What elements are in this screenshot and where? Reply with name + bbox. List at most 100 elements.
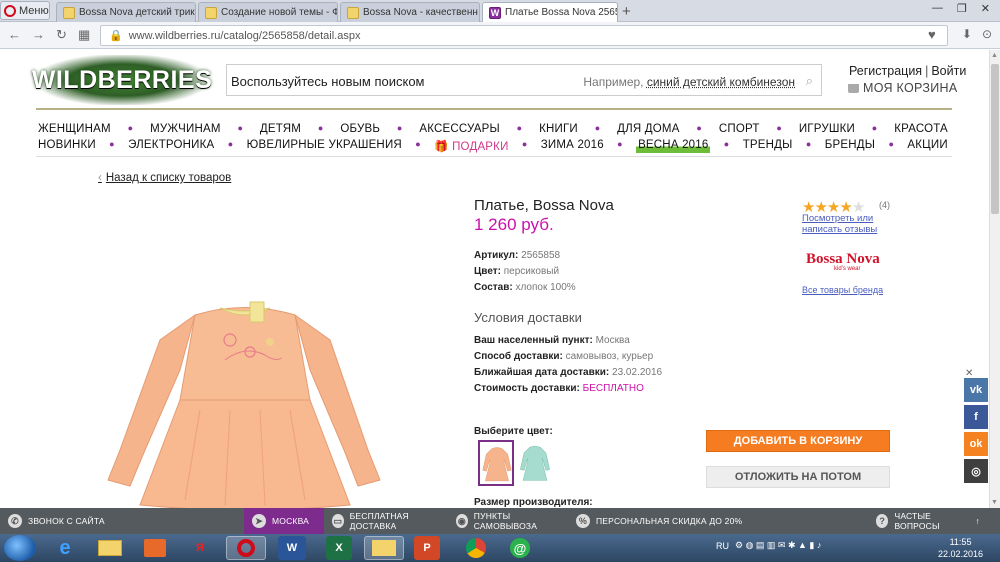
chrome-icon[interactable] <box>456 536 496 560</box>
category-nav-row-2: НОВИНКИ ● ЭЛЕКТРОНИКА ● ЮВЕЛИРНЫЕ УКРАШЕНИ… <box>38 139 948 153</box>
facebook-icon[interactable]: f <box>964 405 988 429</box>
footer-city[interactable]: ➤ МОСКВА <box>244 508 324 534</box>
nav-winter-2016[interactable]: ЗИМА 2016 <box>541 139 604 153</box>
wildberries-logo[interactable]: WILDBERRIES <box>32 55 212 105</box>
nav-trends[interactable]: ТРЕНДЫ <box>743 139 793 153</box>
extensions-icon[interactable]: ⊙ <box>982 27 992 41</box>
delivery-method-row: Способ доставки: самовывоз, курьер <box>474 351 653 362</box>
nav-shoes[interactable]: ОБУВЬ <box>340 123 380 135</box>
search-placeholder: Воспользуйтесь новым поиском <box>231 74 425 89</box>
browser-tab-bar: Меню Bossa Nova детский трик Создание но… <box>0 0 1000 22</box>
system-clock[interactable]: 11:55 22.02.2016 <box>938 536 983 560</box>
new-tab-icon[interactable]: + <box>622 3 631 20</box>
question-icon: ? <box>876 514 889 528</box>
nav-sport[interactable]: СПОРТ <box>719 123 760 135</box>
footer-callback[interactable]: ✆ ЗВОНОК С САЙТА <box>0 508 244 534</box>
cart-link[interactable]: МОЯ КОРЗИНА <box>848 81 958 95</box>
nav-kids[interactable]: ДЕТЯМ <box>260 123 301 135</box>
windows-start-icon[interactable] <box>4 535 36 561</box>
browser-tab[interactable]: Создание новой темы - Ф <box>198 2 338 22</box>
delivery-date-label: Ближайшая дата доставки: <box>474 367 610 378</box>
file-explorer-icon[interactable] <box>90 536 130 560</box>
browser-tab[interactable]: Bossa Nova - качественн <box>340 2 480 22</box>
reload-icon[interactable]: ↻ <box>56 27 67 43</box>
nav-gifts[interactable]: 🎁 ПОДАРКИ <box>434 139 508 153</box>
window-controls: — ❐ ✕ <box>922 0 1000 17</box>
scrollbar-thumb[interactable] <box>991 64 999 214</box>
nav-jewelry[interactable]: ЮВЕЛИРНЫЕ УКРАШЕНИЯ <box>247 139 402 153</box>
nav-electronics[interactable]: ЭЛЕКТРОНИКА <box>128 139 214 153</box>
nav-home[interactable]: ДЛЯ ДОМА <box>617 123 679 135</box>
maximize-icon[interactable]: ❐ <box>957 2 967 15</box>
language-indicator[interactable]: RU <box>716 541 729 551</box>
folder-window-icon[interactable] <box>364 536 404 560</box>
opera-taskbar-icon[interactable] <box>226 536 266 560</box>
search-input[interactable]: Воспользуйтесь новым поиском Например, с… <box>226 64 822 96</box>
browser-menu-button[interactable]: Меню <box>0 1 50 20</box>
instagram-icon[interactable]: ◎ <box>964 459 988 483</box>
add-to-cart-button[interactable]: ДОБАВИТЬ В КОРЗИНУ <box>706 430 890 452</box>
nav-sales[interactable]: АКЦИИ <box>907 139 947 153</box>
nav-men[interactable]: МУЖЧИНАМ <box>150 123 221 135</box>
yandex-browser-icon[interactable]: Я <box>180 536 220 560</box>
nav-brands[interactable]: БРЕНДЫ <box>825 139 875 153</box>
media-player-icon[interactable] <box>135 536 175 560</box>
footer-faq[interactable]: ? ЧАСТЫЕ ВОПРОСЫ ↑ <box>868 508 988 534</box>
download-icon[interactable]: ⬇ <box>962 27 972 41</box>
back-arrow-icon[interactable]: ← <box>8 27 21 42</box>
close-window-icon[interactable]: ✕ <box>981 2 990 15</box>
login-link[interactable]: Войти <box>931 64 966 78</box>
delivery-date-value: 23.02.2016 <box>612 367 663 378</box>
nav-toys[interactable]: ИГРУШКИ <box>799 123 855 135</box>
scroll-down-icon[interactable]: ▼ <box>991 499 998 506</box>
bookmark-heart-icon[interactable]: ♥ <box>928 27 936 42</box>
vk-icon[interactable]: vk <box>964 378 988 402</box>
brand-all-products-link[interactable]: Все товары бренда <box>802 285 883 295</box>
footer-discount-label: ПЕРСОНАЛЬНАЯ СКИДКА ДО 20% <box>596 516 743 526</box>
minimize-icon[interactable]: — <box>932 2 943 15</box>
scroll-top-arrow-icon[interactable]: ↑ <box>976 516 980 526</box>
footer-pickup-points[interactable]: ◉ ПУНКТЫ САМОВЫВОЗА <box>448 508 568 534</box>
search-hint-link[interactable]: синий детский комбинезон <box>647 75 795 89</box>
excel-icon[interactable]: X <box>326 536 352 560</box>
back-to-list-link[interactable]: ‹ Назад к списку товаров <box>98 172 231 184</box>
delivery-title: Условия доставки <box>474 310 582 325</box>
map-pin-icon: ◉ <box>456 514 468 528</box>
nav-beauty[interactable]: КРАСОТА <box>894 123 948 135</box>
city-value[interactable]: Москва <box>596 335 630 346</box>
browser-tab-active[interactable]: W Платье Bossa Nova 25658 ✕ <box>482 2 618 22</box>
product-image[interactable] <box>100 300 390 510</box>
internet-explorer-icon[interactable]: e <box>45 536 85 560</box>
footer-discount[interactable]: % ПЕРСОНАЛЬНАЯ СКИДКА ДО 20% <box>568 508 868 534</box>
location-arrow-icon: ➤ <box>252 514 266 528</box>
word-icon[interactable]: W <box>278 536 306 560</box>
reviews-link[interactable]: Посмотреть или написать отзывы <box>802 213 892 235</box>
register-link[interactable]: Регистрация <box>849 64 922 78</box>
dress-thumbnail-mint <box>520 445 550 481</box>
nav-new[interactable]: НОВИНКИ <box>38 139 96 153</box>
mail-agent-icon[interactable]: @ <box>500 536 540 560</box>
delivery-cost-label: Стоимость доставки: <box>474 383 580 394</box>
page-scrollbar[interactable]: ▲ ▼ <box>989 50 1000 508</box>
color-swatch-mint[interactable] <box>518 442 552 484</box>
tray-icons[interactable]: ⚙ ◍ ▤ ▥ ✉ ✱ ▲ ▮ ♪ <box>735 540 821 551</box>
nav-books[interactable]: КНИГИ <box>539 123 578 135</box>
url-input[interactable]: 🔒 www.wildberries.ru/catalog/2565858/det… <box>100 25 948 46</box>
odnoklassniki-icon[interactable]: ok <box>964 432 988 456</box>
nav-spring-2016[interactable]: ВЕСНА 2016 <box>636 139 711 153</box>
nav-accessories[interactable]: АКСЕССУАРЫ <box>419 123 500 135</box>
color-swatch-peach-selected[interactable] <box>478 440 514 486</box>
browser-tab[interactable]: Bossa Nova детский трик <box>56 2 196 22</box>
nav-women[interactable]: ЖЕНЩИНАМ <box>38 123 111 135</box>
footer-free-delivery[interactable]: ▭ БЕСПЛАТНАЯ ДОСТАВКА <box>324 508 448 534</box>
scroll-up-icon[interactable]: ▲ <box>991 52 998 59</box>
search-hint: Например, синий детский комбинезон <box>583 75 795 89</box>
browser-tab-label: Bossa Nova - качественн <box>363 7 478 18</box>
save-for-later-button[interactable]: ОТЛОЖИТЬ НА ПОТОМ <box>706 466 890 488</box>
search-icon[interactable]: ⌕ <box>806 73 813 89</box>
forward-arrow-icon[interactable]: → <box>32 27 45 42</box>
speed-dial-icon[interactable]: ▦ <box>78 27 90 43</box>
wildberries-favicon-icon: W <box>489 6 501 19</box>
browser-tab-label: Платье Bossa Nova 25658 <box>505 7 618 18</box>
powerpoint-icon[interactable]: P <box>414 536 440 560</box>
